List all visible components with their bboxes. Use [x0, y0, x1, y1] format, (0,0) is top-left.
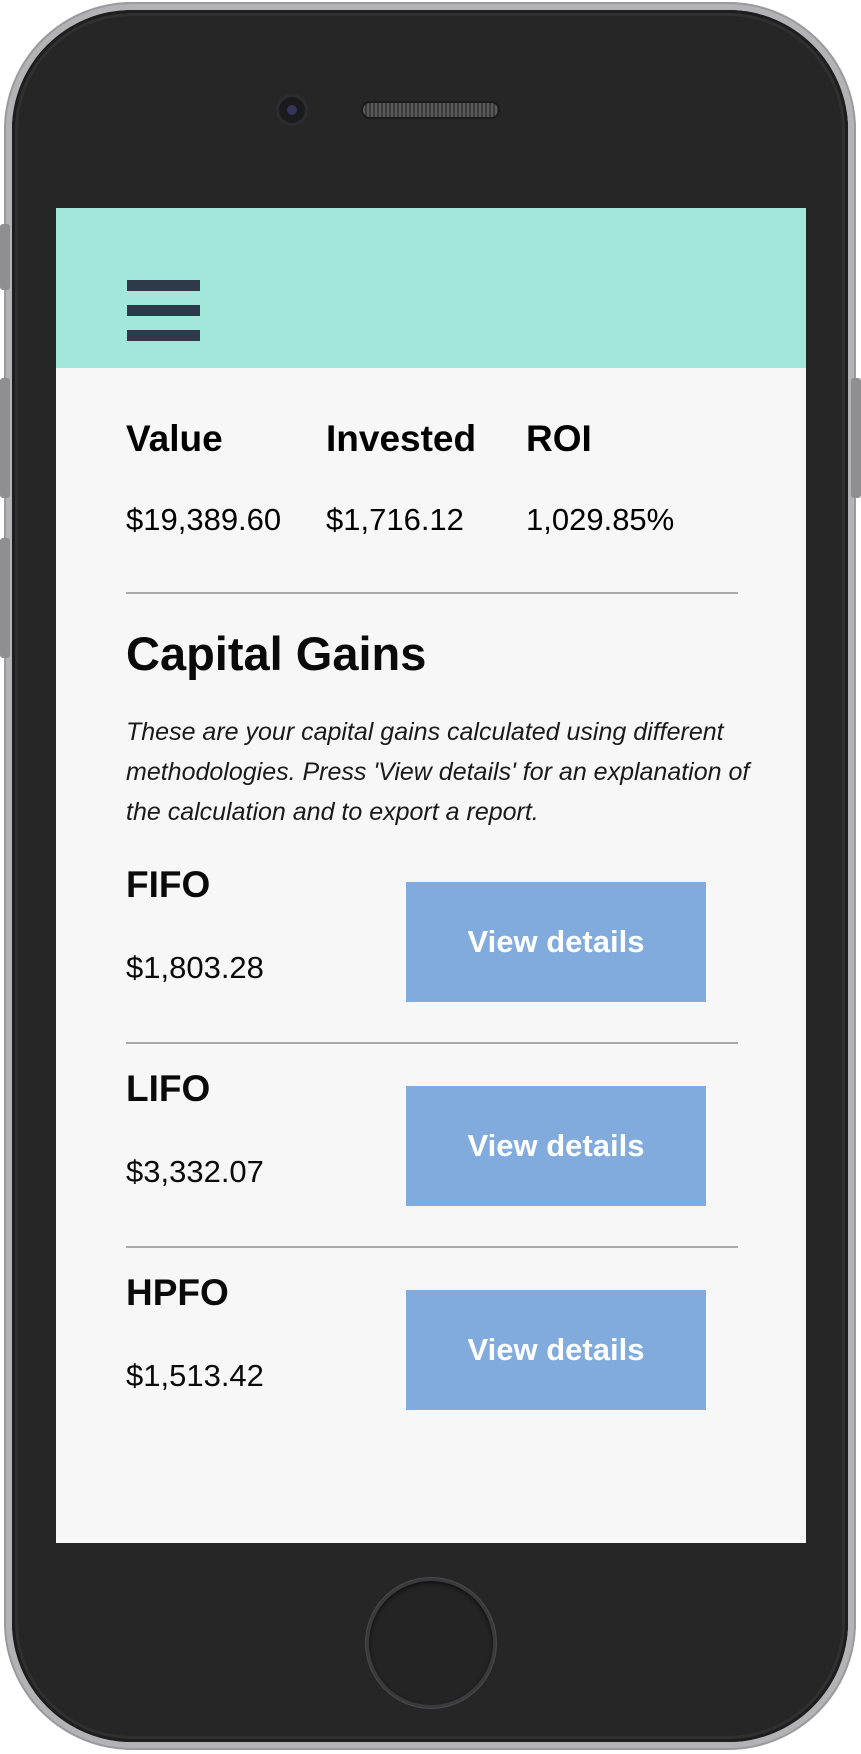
roi-label: ROI: [526, 418, 592, 459]
home-button[interactable]: [366, 1578, 496, 1708]
method-amount: $1,803.28: [126, 950, 264, 985]
section-title: Capital Gains: [126, 627, 427, 680]
method-amount: $1,513.42: [126, 1358, 264, 1393]
view-details-button[interactable]: View details: [406, 882, 706, 1002]
front-camera: [279, 97, 305, 123]
invested-label: Invested: [326, 418, 477, 459]
section-description: These are your capital gains calculated …: [126, 718, 750, 826]
view-details-button[interactable]: View details: [406, 1290, 706, 1410]
method-name: LIFO: [126, 1068, 211, 1109]
roi-amount: 1,029.85%: [526, 502, 675, 537]
volume-down-button: [0, 538, 10, 658]
invested-amount: $1,716.12: [326, 502, 464, 537]
volume-up-button: [0, 378, 10, 498]
divider: [126, 592, 738, 594]
method-amount: $3,332.07: [126, 1154, 264, 1189]
hamburger-menu-icon[interactable]: [127, 280, 200, 341]
divider: [126, 1246, 738, 1248]
method-name: FIFO: [126, 864, 211, 905]
app-screen: Value $19,389.60 Invested $1,716.12 ROI …: [56, 208, 806, 1543]
top-bar: [56, 208, 806, 368]
earpiece-speaker: [363, 103, 498, 117]
method-name: HPFO: [126, 1272, 229, 1313]
view-details-button[interactable]: View details: [406, 1086, 706, 1206]
value-amount: $19,389.60: [126, 502, 282, 537]
power-button: [851, 378, 861, 498]
value-label: Value: [126, 418, 223, 459]
mute-switch: [0, 224, 10, 290]
divider: [126, 1042, 738, 1044]
